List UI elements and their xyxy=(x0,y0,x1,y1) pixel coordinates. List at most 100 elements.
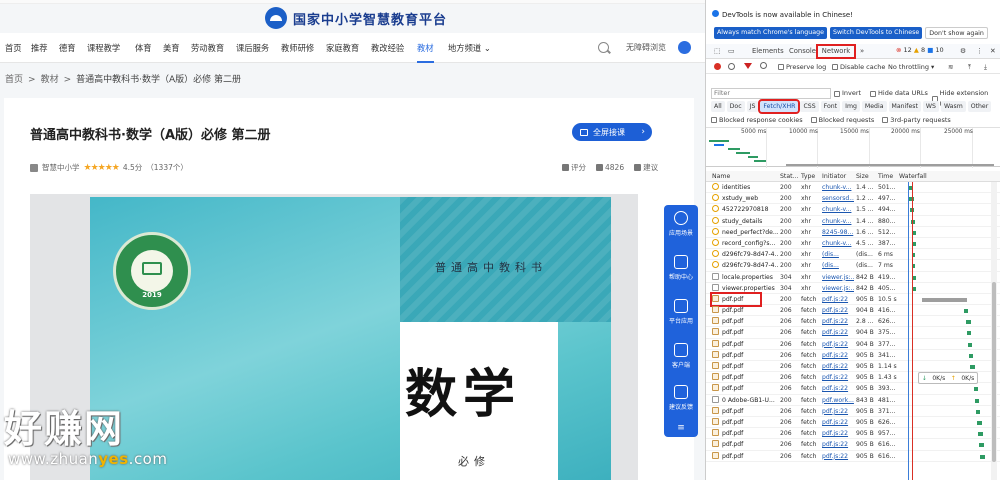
col-time[interactable]: Time xyxy=(878,171,893,182)
kebab-menu-icon[interactable]: ⋮ xyxy=(976,44,983,59)
table-row[interactable]: pdf.pdf 200 fetch pdf.js:22 905 B 10.5 s xyxy=(706,291,1000,307)
table-row[interactable]: pdf.pdf 206 fetch pdf.js:22 904 B 416... xyxy=(706,305,1000,317)
request-initiator[interactable]: pdf.js:22 xyxy=(822,361,854,372)
type-js[interactable]: JS xyxy=(746,101,759,112)
request-initiator[interactable]: pdf.js:22 xyxy=(822,305,854,316)
rate-button[interactable]: 评分 xyxy=(562,162,586,173)
table-row[interactable]: need_perfect?de... 200 xhr 8245-98... 1.6 ..… xyxy=(706,227,1000,238)
request-initiator[interactable]: pdf.js:22 xyxy=(822,372,854,383)
table-row[interactable]: pdf.pdf 206 fetch pdf.js:22 905 B 371... xyxy=(706,406,1000,417)
request-initiator[interactable]: pdf.js:22 xyxy=(822,428,854,439)
col-size[interactable]: Size xyxy=(856,171,869,182)
device-icon[interactable]: ▭ xyxy=(728,44,734,59)
requests-scrollbar[interactable] xyxy=(991,182,997,480)
table-row[interactable]: locale.properties 304 xhr viewer.js:... 842 … xyxy=(706,272,1000,283)
disable-cache-toggle[interactable]: Disable cache xyxy=(832,60,885,74)
request-initiator[interactable]: pdf.js:22 xyxy=(822,294,854,305)
switch-language-button[interactable]: Switch DevTools to Chinese xyxy=(830,27,923,39)
blocked-requests-toggle[interactable]: Blocked requests xyxy=(810,115,874,125)
request-initiator[interactable]: pdf.js:22 xyxy=(822,383,854,394)
clear-icon[interactable] xyxy=(728,63,735,70)
settings-gear-icon[interactable]: ⚙ xyxy=(960,44,966,59)
col-waterfall[interactable]: Waterfall xyxy=(899,171,927,182)
request-initiator[interactable]: chunk-v... xyxy=(822,238,854,249)
tab-network[interactable]: Network xyxy=(816,44,856,59)
issue-counts[interactable]: ⊗ 12 ▲ 8 ■ 10 xyxy=(896,46,944,54)
request-initiator[interactable]: pdf.js:22 xyxy=(822,451,854,462)
search-icon[interactable] xyxy=(760,62,767,69)
match-language-button[interactable]: Always match Chrome's language xyxy=(714,27,828,39)
nav-item-textbooks[interactable]: 教材 xyxy=(417,33,434,63)
table-row[interactable]: identities 200 xhr chunk-v... 1.4 ... 501... xyxy=(706,182,1000,194)
type-doc[interactable]: Doc xyxy=(726,101,745,112)
network-overview[interactable]: 5000 ms 10000 ms 15000 ms 20000 ms 25000… xyxy=(706,127,1000,168)
blocked-cookies-toggle[interactable]: Blocked response cookies xyxy=(711,115,803,125)
accessibility-link[interactable]: 无障碍浏览 xyxy=(626,33,666,63)
type-manifest[interactable]: Manifest xyxy=(888,101,921,112)
nav-item-moral[interactable]: 德育 xyxy=(59,33,76,63)
table-row[interactable]: study_details 200 xhr chunk-v... 1.4 ... 880.… xyxy=(706,216,1000,227)
request-initiator[interactable]: pdf.js:22 xyxy=(822,339,854,350)
dismiss-button[interactable]: Don't show again xyxy=(925,27,988,39)
table-row[interactable]: d296fc79-8d47-4... 200 xhr (dis... (dis... 7 … xyxy=(706,260,1000,272)
type-font[interactable]: Font xyxy=(820,101,841,112)
type-ws[interactable]: WS xyxy=(922,101,939,112)
wifi-icon[interactable]: ≋ xyxy=(948,60,953,74)
table-row[interactable]: pdf.pdf 206 fetch pdf.js:22 905 B 393... xyxy=(706,383,1000,395)
request-initiator[interactable]: pdf.js:22 xyxy=(822,316,854,327)
request-initiator[interactable]: chunk-v... xyxy=(822,182,854,193)
request-initiator[interactable]: chunk-v... xyxy=(822,216,854,227)
user-avatar-icon[interactable] xyxy=(678,41,691,54)
throttling-select[interactable]: No throttling ▾ xyxy=(888,60,934,74)
table-row[interactable]: pdf.pdf 206 fetch pdf.js:22 905 B 341... xyxy=(706,350,1000,361)
nav-item-local[interactable]: 地方频道 ⌄ xyxy=(448,33,491,63)
hide-data-urls-toggle[interactable]: Hide data URLs xyxy=(870,88,928,99)
request-initiator[interactable]: pdf.js:22 xyxy=(822,350,854,361)
nav-item-home[interactable]: 首页 xyxy=(5,33,22,63)
table-row[interactable]: pdf.pdf 206 fetch pdf.js:22 905 B 626... xyxy=(706,417,1000,429)
table-row[interactable]: 452722970818 200 xhr chunk-v... 1.5 ... 494..… xyxy=(706,204,1000,216)
table-row[interactable]: viewer.properties 304 xhr viewer.js:... 842 … xyxy=(706,283,1000,294)
type-wasm[interactable]: Wasm xyxy=(940,101,966,112)
nav-item-recommend[interactable]: 推荐 xyxy=(31,33,48,63)
nav-item-after-school[interactable]: 课后服务 xyxy=(236,33,269,63)
nav-item-labor[interactable]: 劳动教育 xyxy=(191,33,224,63)
filter-icon[interactable] xyxy=(744,63,752,69)
table-row[interactable]: 0 Adobe-GB1-U... 200 fetch pdf.work... 843 B… xyxy=(706,395,1000,406)
scrollbar-thumb[interactable] xyxy=(992,282,996,462)
third-party-toggle[interactable]: 3rd-party requests xyxy=(882,115,951,125)
table-row[interactable]: pdf.pdf 206 fetch pdf.js:22 904 B 377... xyxy=(706,339,1000,350)
side-item-feedback[interactable]: 建议反馈 xyxy=(664,385,698,411)
nav-item-family[interactable]: 家庭教育 xyxy=(326,33,359,63)
nav-item-arts[interactable]: 美育 xyxy=(163,33,180,63)
preserve-log-toggle[interactable]: Preserve log xyxy=(778,60,826,74)
request-initiator[interactable]: viewer.js:... xyxy=(822,272,854,283)
request-initiator[interactable]: viewer.js:... xyxy=(822,283,854,294)
nav-item-reform[interactable]: 教改经验 xyxy=(371,33,404,63)
request-initiator[interactable]: chunk-v... xyxy=(822,204,854,215)
type-all[interactable]: All xyxy=(711,101,725,112)
table-row[interactable]: pdf.pdf 206 fetch pdf.js:22 905 B 957... xyxy=(706,428,1000,440)
request-initiator[interactable]: pdf.work... xyxy=(822,395,854,406)
request-initiator[interactable]: (dis... xyxy=(822,260,854,271)
invert-toggle[interactable]: Invert xyxy=(834,88,861,99)
request-initiator[interactable]: 8245-98... xyxy=(822,227,854,238)
more-tabs-icon[interactable]: » xyxy=(860,44,864,59)
nav-item-teacher-training[interactable]: 教师研修 xyxy=(281,33,314,63)
request-initiator[interactable]: sensorsd... xyxy=(822,193,854,204)
type-fetch-xhr[interactable]: Fetch/XHR xyxy=(758,99,801,114)
table-row[interactable]: pdf.pdf 206 fetch pdf.js:22 905 B 616... xyxy=(706,439,1000,451)
table-row[interactable]: xstudy_web 200 xhr sensorsd... 1.2 ... 497... xyxy=(706,193,1000,205)
suggest-button[interactable]: 建议 xyxy=(634,162,658,173)
filter-input[interactable]: Filter xyxy=(711,88,831,99)
type-img[interactable]: Img xyxy=(842,101,860,112)
table-row[interactable]: pdf.pdf 206 fetch pdf.js:22 905 B 616... xyxy=(706,451,1000,462)
like-button[interactable]: 4826 xyxy=(596,162,624,173)
request-initiator[interactable]: pdf.js:22 xyxy=(822,327,854,338)
request-initiator[interactable]: pdf.js:22 xyxy=(822,439,854,450)
breadcrumb-textbooks[interactable]: 教材 xyxy=(41,70,59,90)
inspect-icon[interactable]: ⬚ xyxy=(714,44,720,59)
site-logo[interactable]: 国家中小学智慧教育平台 xyxy=(265,5,447,31)
request-initiator[interactable]: pdf.js:22 xyxy=(822,406,854,417)
type-other[interactable]: Other xyxy=(967,101,992,112)
